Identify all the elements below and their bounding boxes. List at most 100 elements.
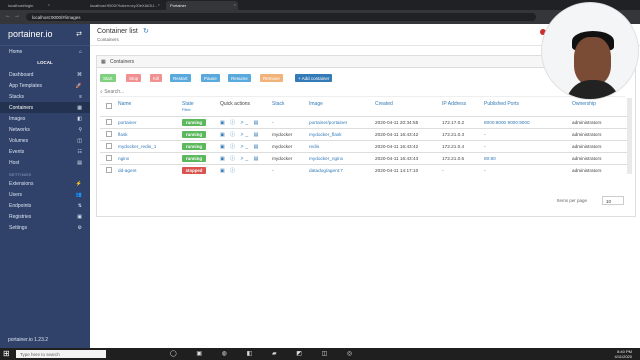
settings-icon: ⚙ <box>77 224 82 231</box>
container-name-link[interactable]: nginx <box>118 156 129 161</box>
image-link[interactable]: mydocker_flask <box>309 132 342 137</box>
quick-actions[interactable]: ▣ ⓘ >_ ▤ <box>220 131 260 138</box>
containers-icon: ▦ <box>77 104 82 111</box>
sidebar-footer: portainer.io 1.23.2 <box>8 337 49 343</box>
close-tab-icon[interactable]: × <box>48 2 50 7</box>
items-per-page-select[interactable]: 10 <box>602 196 624 205</box>
status-badge: running <box>182 130 206 138</box>
remove-button[interactable]: Remove <box>260 74 283 82</box>
column-header-stack[interactable]: Stack <box>272 101 285 116</box>
close-tab-icon[interactable]: × <box>158 2 160 7</box>
quick-actions[interactable]: ▣ ⓘ >_ ▤ <box>220 119 260 126</box>
sidebar-item-volumes[interactable]: Volumes ◫ <box>0 135 90 146</box>
start-button[interactable]: Start <box>100 74 116 82</box>
sidebar-item-events[interactable]: Events ☷ <box>0 146 90 157</box>
browser-tab-portainer[interactable]: Portainer × <box>166 1 238 10</box>
table-row: nginx running ▣ ⓘ >_ ▤ mydocker mydocker… <box>100 152 632 164</box>
sidebar-item-images[interactable]: Images ◧ <box>0 113 90 124</box>
column-header-created[interactable]: Created <box>375 101 393 116</box>
back-icon[interactable]: ← <box>5 13 11 19</box>
column-header-published-ports[interactable]: Published Ports <box>484 101 519 116</box>
restart-button[interactable]: Restart <box>170 74 191 82</box>
row-checkbox[interactable] <box>106 167 112 173</box>
container-search-input[interactable]: ⌕ Search... <box>100 89 625 97</box>
webcam-overlay <box>541 2 639 100</box>
sidebar-item-stacks[interactable]: Stacks ≡ <box>0 91 90 102</box>
users-icon: 👥 <box>75 191 82 198</box>
published-ports-link[interactable]: 80:80 <box>484 156 496 161</box>
pause-button[interactable]: Pause <box>201 74 220 82</box>
quick-actions[interactable]: ▣ ⓘ <box>220 167 237 174</box>
published-ports-cell: - <box>484 168 486 173</box>
quick-actions[interactable]: ▣ ⓘ >_ ▤ <box>220 155 260 162</box>
row-checkbox[interactable] <box>106 119 112 125</box>
portainer-sidebar: portainer.io ⇄ Home ⌂ LOCAL Dashboard ⌘ Ap… <box>0 24 90 348</box>
dashboard-icon: ⌘ <box>77 71 82 78</box>
column-header-ip-address[interactable]: IP Address <box>442 101 466 116</box>
sidebar-item-home[interactable]: Home ⌂ <box>0 46 90 57</box>
sidebar-item-networks[interactable]: Networks ⚲ <box>0 124 90 135</box>
table-row: dd-agent stopped ▣ ⓘ - datadog/agent:7 2… <box>100 164 632 176</box>
published-ports-cell: - <box>484 144 486 149</box>
kill-button[interactable]: Kill <box>150 74 163 82</box>
browser-toolbar: ← → localhost:9000/#/images <box>0 10 640 24</box>
column-header-image[interactable]: Image <box>309 101 323 116</box>
sidebar-toggle-icon[interactable]: ⇄ <box>76 30 82 38</box>
sidebar-header: portainer.io ⇄ <box>0 24 90 46</box>
browser-tab-token[interactable]: localhost:9000/?token=eyJ0eXAiOiJ... × <box>86 1 162 10</box>
host-icon: ▤ <box>77 159 82 166</box>
status-badge: running <box>182 118 206 126</box>
column-header-name[interactable]: Name <box>118 101 131 116</box>
status-badge: running <box>182 142 206 150</box>
ownership-cell: administrators <box>572 120 602 125</box>
refresh-icon[interactable]: ↻ <box>143 27 149 35</box>
ownership-cell: administrators <box>572 144 602 149</box>
image-link[interactable]: portainer/portainer <box>309 120 347 125</box>
resume-button[interactable]: Resume <box>228 74 251 82</box>
image-link[interactable]: redis <box>309 144 319 149</box>
browser-tab-login[interactable]: localhost/login × <box>4 1 52 10</box>
forward-icon[interactable]: → <box>14 13 20 19</box>
endpoint-icon: ⇅ <box>77 202 82 209</box>
add-container-button[interactable]: + Add container <box>295 74 333 82</box>
stop-button[interactable]: Stop <box>126 74 142 82</box>
row-checkbox[interactable] <box>106 143 112 149</box>
container-name-link[interactable]: dd-agent <box>118 168 137 173</box>
image-link[interactable]: mydocker_nginx <box>309 156 343 161</box>
sidebar-item-users[interactable]: Users 👥 <box>0 189 90 200</box>
row-checkbox[interactable] <box>106 155 112 161</box>
container-name-link[interactable]: mydocker_redis_1 <box>118 144 156 149</box>
column-header-ownership[interactable]: Ownership <box>572 101 596 116</box>
windows-start-icon[interactable]: ⊞ <box>3 349 10 358</box>
endpoint-name: LOCAL <box>37 60 53 65</box>
created-cell: 2020-04-11 14:17:10 <box>375 168 419 173</box>
taskbar-search-input[interactable]: Type here to search <box>16 350 106 358</box>
taskbar-clock[interactable]: 8:40 PM 4/11/2020 <box>615 349 633 359</box>
taskbar-app-icons[interactable]: ◯ ▣ ◍ ◧ ▰ ◩ ◫ ◎ <box>170 350 361 357</box>
address-bar[interactable]: localhost:9000/#/images <box>26 13 536 21</box>
stack-cell: mydocker <box>272 156 293 161</box>
container-name-link[interactable]: portainer <box>118 120 137 125</box>
container-name-link[interactable]: flask <box>118 132 128 137</box>
sidebar-item-containers[interactable]: Containers ▦ <box>0 102 90 113</box>
quick-actions[interactable]: ▣ ⓘ >_ ▤ <box>220 143 260 150</box>
breadcrumb: Containers <box>97 37 119 42</box>
stack-cell: mydocker <box>272 144 293 149</box>
sidebar-item-settings[interactable]: Settings ⚙ <box>0 222 90 233</box>
person-face <box>574 37 611 85</box>
portainer-logo[interactable]: portainer.io <box>8 29 53 39</box>
select-all-checkbox[interactable] <box>106 103 112 109</box>
sidebar-item-extensions[interactable]: Extensions ⚡ <box>0 178 90 189</box>
published-ports-link[interactable]: 8000:8000 9000:9000 <box>484 120 530 125</box>
stack-cell: - <box>272 168 274 173</box>
sidebar-item-host[interactable]: Host ▤ <box>0 157 90 168</box>
image-link[interactable]: datadog/agent:7 <box>309 168 343 173</box>
close-tab-icon[interactable]: × <box>234 2 236 7</box>
sidebar-item-endpoints[interactable]: Endpoints ⇅ <box>0 200 90 211</box>
table-row: mydocker_redis_1 running ▣ ⓘ >_ ▤ mydock… <box>100 140 632 152</box>
vertical-scrollbar[interactable] <box>627 98 632 174</box>
sidebar-item-dashboard[interactable]: Dashboard ⌘ <box>0 69 90 80</box>
sidebar-item-app-templates[interactable]: App Templates 🚀 <box>0 80 90 91</box>
sidebar-item-registries[interactable]: Registries ▣ <box>0 211 90 222</box>
row-checkbox[interactable] <box>106 131 112 137</box>
